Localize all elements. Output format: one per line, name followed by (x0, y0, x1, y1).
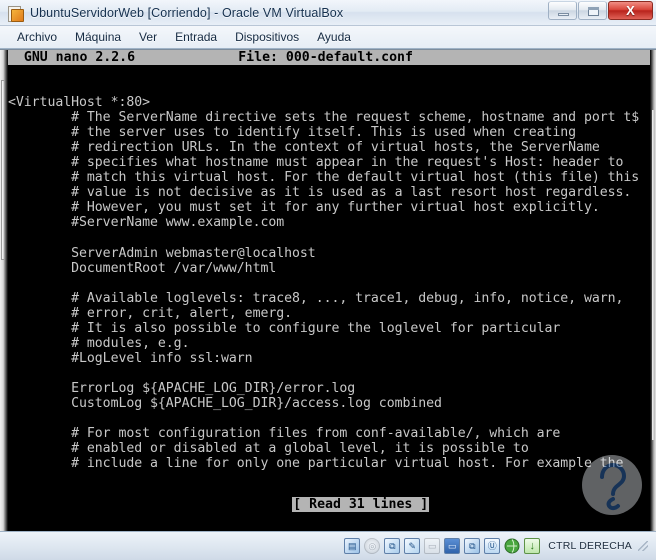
window-controls: X (547, 1, 653, 20)
terminal-line: # include a line for only one particular… (8, 456, 624, 472)
host-key-label: CTRL DERECHA (548, 540, 632, 552)
maximize-button[interactable] (578, 1, 607, 20)
window-title-bar: UbuntuServidorWeb [Corriendo] - Oracle V… (0, 0, 656, 26)
vm-right-border (650, 50, 656, 532)
close-button[interactable]: X (608, 1, 653, 20)
terminal-line: # The ServerName directive sets the requ… (8, 110, 640, 126)
shared-clipboard-icon[interactable]: ⧉ (464, 538, 481, 554)
menu-item-maquina[interactable]: Máquina (66, 28, 130, 46)
terminal-line: # error, crit, alert, emerg. (8, 305, 293, 321)
terminal-line: # redirection URLs. In the context of vi… (8, 140, 600, 156)
virtualbox-vm-icon (7, 5, 24, 22)
minimize-button[interactable] (548, 1, 577, 20)
vm-left-border (0, 50, 8, 532)
virtualbox-window: UbuntuServidorWeb [Corriendo] - Oracle V… (0, 0, 656, 560)
terminal-line: ServerAdmin webmaster@localhost (8, 245, 316, 261)
remote-desktop-icon[interactable] (504, 538, 520, 554)
terminal-line: # However, you must set it for any furth… (8, 200, 600, 216)
terminal-line: #ServerName www.example.com (8, 215, 285, 231)
menu-item-entrada[interactable]: Entrada (166, 28, 226, 46)
terminal-line: # value is not decisive as it is used as… (8, 185, 632, 201)
terminal-line: CustomLog ${APACHE_LOG_DIR}/access.log c… (8, 395, 442, 411)
nano-terminal[interactable]: GNU nano 2.2.6 File: 000-default.conf <V… (8, 50, 650, 533)
usb-device-icon[interactable]: Ⓤ (484, 538, 501, 554)
terminal-line: # specifies what hostname must appear in… (8, 155, 624, 171)
window-title: UbuntuServidorWeb [Corriendo] - Oracle V… (30, 5, 344, 20)
display-icon[interactable]: ▭ (444, 538, 461, 554)
menu-item-ver[interactable]: Ver (130, 28, 166, 46)
host-key-indicator-icon[interactable]: ↓ (524, 538, 541, 554)
terminal-line: DocumentRoot /var/www/html (8, 260, 277, 276)
hard-disk-icon[interactable]: ▤ (344, 538, 361, 554)
mouse-pointer-icon[interactable]: ✎ (404, 538, 421, 554)
menu-item-archivo[interactable]: Archivo (8, 28, 66, 46)
resize-grip[interactable] (638, 541, 648, 551)
shared-folder-icon[interactable]: ▭ (424, 538, 441, 554)
nano-shortcut-bar: ^G Get Help ^O WriteOut ^R Read File ^Y … (8, 501, 650, 533)
terminal-line: # enabled or disabled at a global level,… (8, 441, 529, 457)
terminal-line: <VirtualHost *:80> (8, 95, 151, 111)
terminal-line: # the server uses to identify itself. Th… (8, 125, 577, 141)
terminal-line: ErrorLog ${APACHE_LOG_DIR}/error.log (8, 380, 356, 396)
menu-item-ayuda[interactable]: Ayuda (308, 28, 360, 46)
nano-text-buffer[interactable]: <VirtualHost *:80> # The ServerName dire… (8, 65, 650, 471)
terminal-line: # It is also possible to configure the l… (8, 320, 561, 336)
terminal-line: # modules, e.g. (8, 335, 190, 351)
nano-title-bar: GNU nano 2.2.6 File: 000-default.conf (8, 50, 650, 65)
terminal-line: # Available loglevels: trace8, ..., trac… (8, 290, 624, 306)
menu-item-dispositivos[interactable]: Dispositivos (226, 28, 308, 46)
network-adapter-icon[interactable]: ⧉ (384, 538, 401, 554)
terminal-line: # For most configuration files from conf… (8, 426, 561, 442)
menu-bar: Archivo Máquina Ver Entrada Dispositivos… (0, 26, 656, 49)
nano-status-line: [ Read 31 lines ] (8, 481, 650, 512)
optical-disk-icon[interactable]: ◎ (364, 538, 381, 554)
terminal-line: #LogLevel info ssl:warn (8, 350, 253, 366)
terminal-line: # match this virtual host. For the defau… (8, 170, 640, 186)
vm-status-bar: ▤ ◎ ⧉ ✎ ▭ ▭ ⧉ Ⓤ ↓ CTRL DERECHA (0, 531, 656, 560)
vm-screen-area[interactable]: GNU nano 2.2.6 File: 000-default.conf <V… (0, 49, 656, 533)
